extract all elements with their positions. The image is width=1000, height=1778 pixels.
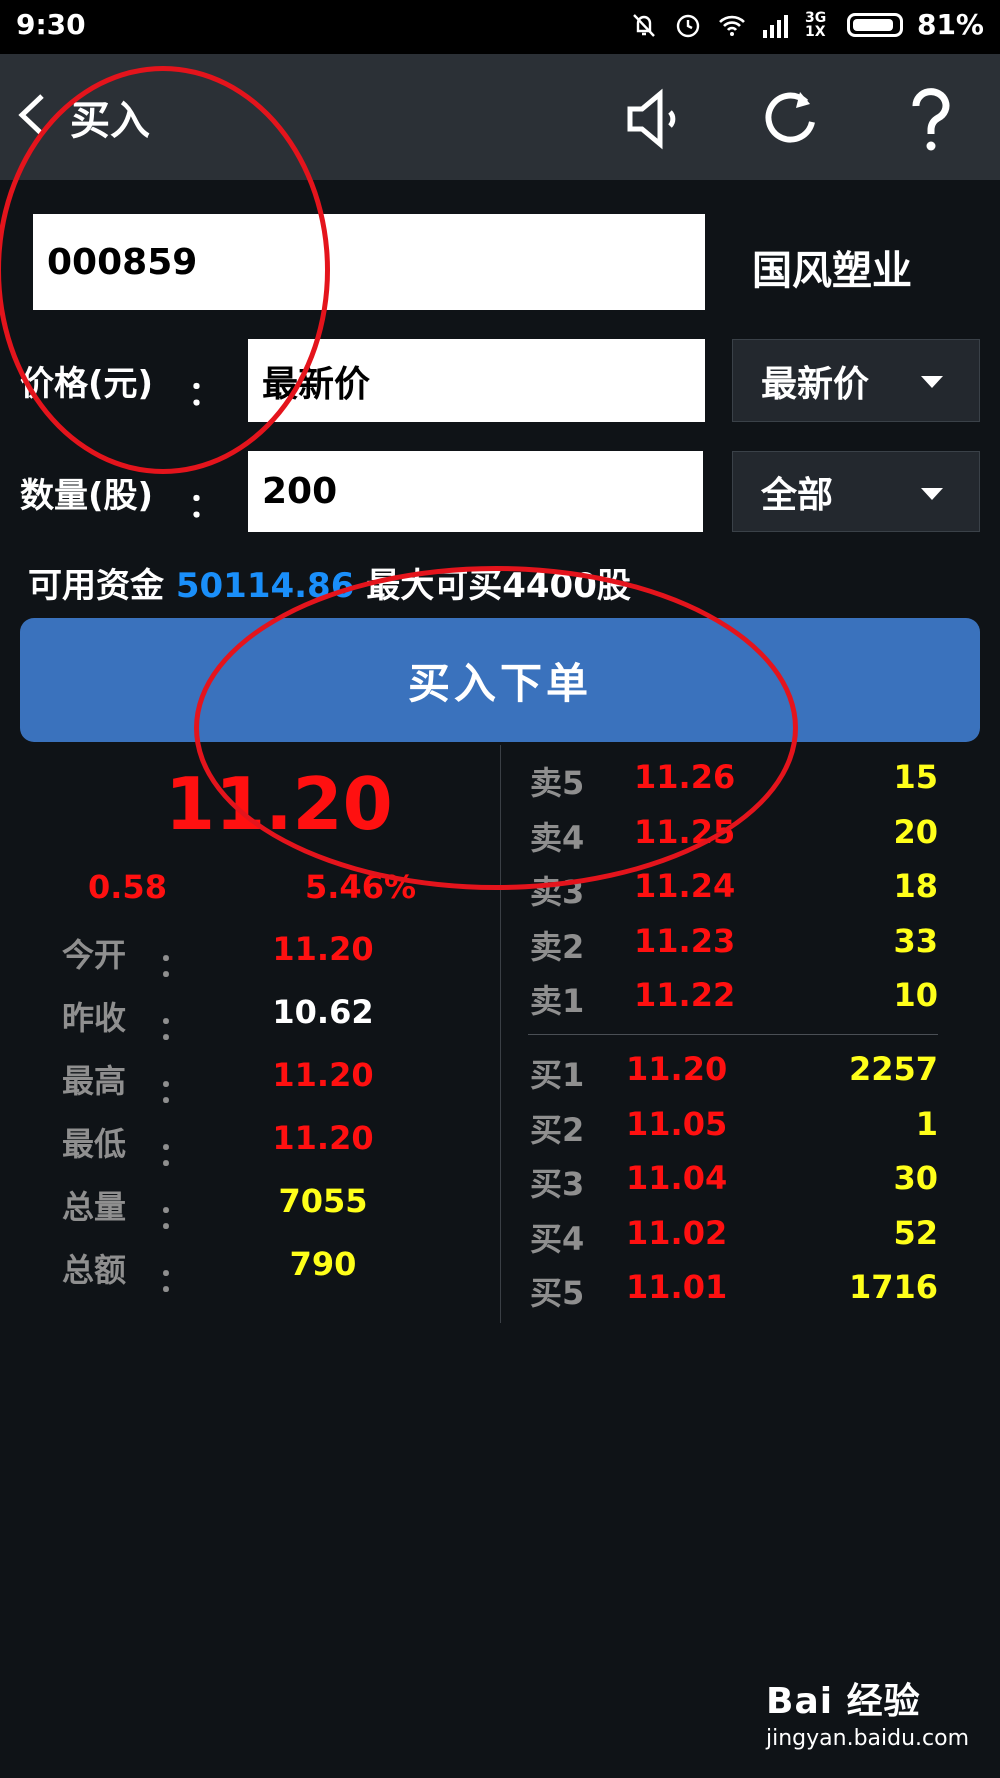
asks-label: 卖2 <box>530 927 585 966</box>
status-time: 9:30 <box>16 8 86 41</box>
help-icon[interactable] <box>896 84 966 154</box>
buy-order-button[interactable]: 买入下单 <box>20 618 980 742</box>
stat-value: 11.20 <box>272 1056 374 1094</box>
battery-icon <box>846 12 903 37</box>
price-label: 价格(元) <box>20 364 154 404</box>
available-funds: 可用资金 50114.86 最大可买4400股 <box>28 558 631 607</box>
asks-volume: 10 <box>893 976 938 1014</box>
chevron-down-icon <box>921 376 943 388</box>
price-change: 0.58 <box>88 868 167 906</box>
price-mode-label: 最新价 <box>761 363 870 405</box>
asks-volume: 15 <box>893 758 938 796</box>
bell-muted-icon <box>633 13 655 37</box>
signal-icon <box>762 14 788 38</box>
battery-percent: 81% <box>916 8 984 41</box>
stat-colon: ： <box>158 946 191 984</box>
quantity-input[interactable]: 200 <box>248 451 703 532</box>
asks-price: 11.26 <box>634 758 736 796</box>
stat-colon: ： <box>158 1135 191 1173</box>
bids-price: 11.20 <box>626 1050 728 1088</box>
bids-label: 买4 <box>530 1219 585 1258</box>
stat-label: 今开 <box>62 936 127 974</box>
qty-mode-label: 全部 <box>761 474 834 516</box>
price-mode-dropdown[interactable]: 最新价 <box>732 339 980 422</box>
asks-volume: 20 <box>893 812 938 851</box>
asks-label: 卖1 <box>530 982 585 1020</box>
stat-value: 7055 <box>278 1182 368 1220</box>
funds-label: 可用资金 <box>28 566 164 606</box>
stat-value: 11.20 <box>272 930 374 968</box>
panel-divider <box>500 745 501 1323</box>
speaker-icon[interactable] <box>620 84 690 154</box>
asks-price: 11.23 <box>634 921 736 960</box>
asks-price: 11.22 <box>634 976 736 1014</box>
baidu-watermark: Bai 经验 jingyan.baidu.com <box>766 1672 969 1751</box>
stat-label: 昨收 <box>62 999 127 1037</box>
asks-label: 卖5 <box>530 764 585 802</box>
stat-value: 10.62 <box>272 993 374 1031</box>
bids-volume: 30 <box>893 1159 938 1197</box>
watermark-brand: Bai 经验 <box>766 1681 921 1722</box>
bids-volume: 2257 <box>848 1050 938 1088</box>
bids-volume: 1716 <box>848 1268 938 1306</box>
app-bar <box>0 54 1000 180</box>
stat-colon: ： <box>158 1261 191 1299</box>
bids-price: 11.01 <box>626 1268 728 1306</box>
stat-label: 总额 <box>62 1251 127 1289</box>
stat-label: 最高 <box>62 1062 127 1100</box>
asks-label: 卖3 <box>530 873 585 911</box>
bids-price: 11.02 <box>626 1213 728 1252</box>
max-buy: 最大可买4400股 <box>366 566 631 606</box>
asks-volume: 18 <box>893 867 938 905</box>
network-type: 3G 1X <box>804 9 827 40</box>
page-title: 买入 <box>70 98 150 144</box>
last-price: 11.20 <box>165 762 393 846</box>
bids-price: 11.05 <box>626 1104 728 1143</box>
qty-mode-dropdown[interactable]: 全部 <box>732 451 980 532</box>
bids-price: 11.04 <box>626 1159 728 1197</box>
funds-amount: 50114.86 <box>175 566 355 606</box>
bids-volume: 1 <box>915 1104 938 1143</box>
stat-value: 790 <box>289 1245 357 1283</box>
orderbook-separator <box>528 1034 938 1035</box>
status-icons: 3G 1X 81% <box>629 8 984 41</box>
bids-label: 买3 <box>530 1165 585 1203</box>
stat-colon: ： <box>158 1009 191 1047</box>
bids-label: 买2 <box>530 1110 585 1149</box>
bids-label: 买1 <box>530 1056 585 1094</box>
alarm-icon <box>676 14 700 37</box>
bids-volume: 52 <box>893 1213 938 1252</box>
stat-colon: ： <box>158 1072 191 1110</box>
qty-label: 数量(股) <box>20 476 154 516</box>
bids-label: 买5 <box>530 1274 585 1312</box>
asks-volume: 33 <box>893 921 938 960</box>
stat-label: 总量 <box>62 1188 127 1226</box>
asks-price: 11.24 <box>634 867 736 905</box>
asks-price: 11.25 <box>634 812 736 851</box>
wifi-icon <box>719 15 745 36</box>
chevron-down-icon <box>921 488 943 500</box>
stock-name: 国风塑业 <box>752 248 912 294</box>
refresh-icon[interactable] <box>756 84 826 154</box>
stat-value: 11.20 <box>272 1119 374 1157</box>
stat-colon: ： <box>158 1198 191 1236</box>
stat-label: 最低 <box>62 1125 127 1163</box>
back-icon[interactable] <box>14 92 48 138</box>
price-change-pct: 5.46% <box>305 868 417 906</box>
watermark-url: jingyan.baidu.com <box>766 1726 970 1751</box>
price-input[interactable]: 最新价 <box>248 339 705 422</box>
stock-code-input[interactable]: 000859 <box>33 214 705 310</box>
qty-colon: ： <box>188 486 222 526</box>
price-colon: ： <box>188 374 222 414</box>
asks-label: 卖4 <box>530 818 585 857</box>
